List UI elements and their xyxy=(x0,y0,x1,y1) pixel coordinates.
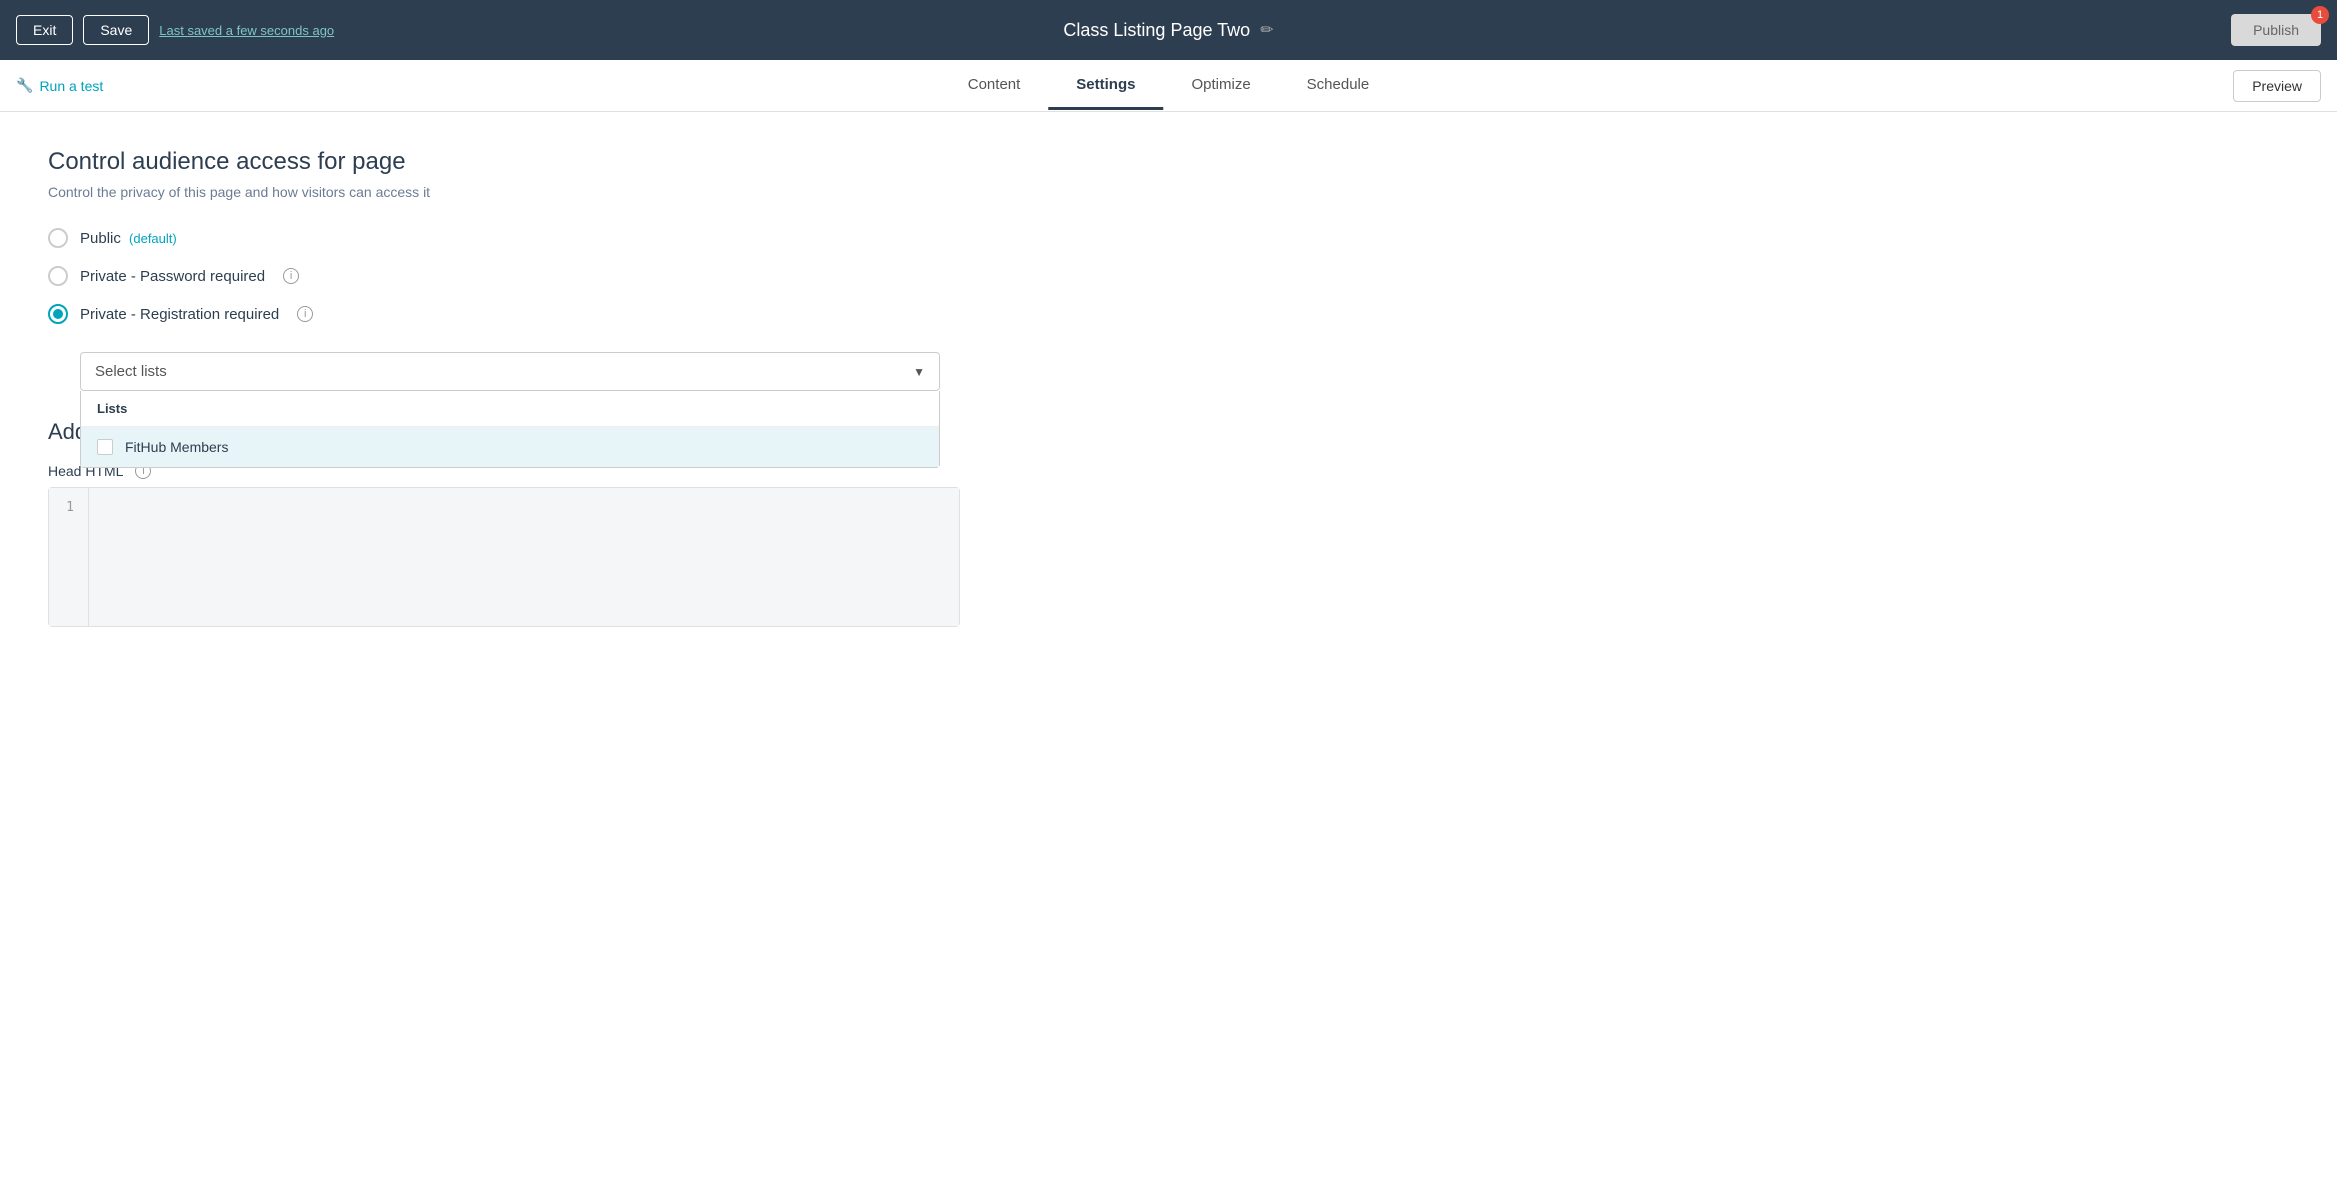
run-test-icon: 🔧 xyxy=(16,77,33,94)
radio-public-label: Public (default) xyxy=(80,230,177,247)
main-content: Control audience access for page Control… xyxy=(0,112,960,663)
section-title: Control audience access for page xyxy=(48,148,912,176)
code-editor[interactable]: 1 xyxy=(48,487,960,627)
tab-content[interactable]: Content xyxy=(940,62,1049,110)
dropdown-list: Lists FitHub Members xyxy=(80,391,940,468)
radio-private-registration[interactable]: Private - Registration required i xyxy=(48,304,912,324)
publish-badge: 1 xyxy=(2311,6,2329,24)
subnav-tabs: Content Settings Optimize Schedule xyxy=(940,62,1397,110)
audience-radio-group: Public (default) Private - Password requ… xyxy=(48,228,912,391)
subnav-right: Preview xyxy=(2233,70,2321,102)
topbar: Exit Save Last saved a few seconds ago C… xyxy=(0,0,2337,60)
run-test-link[interactable]: 🔧 Run a test xyxy=(16,77,103,94)
topbar-center: Class Listing Page Two ✏ xyxy=(1063,20,1273,41)
list-item[interactable]: FitHub Members xyxy=(81,427,939,467)
select-lists-box[interactable]: Select lists ▼ xyxy=(80,352,940,391)
subnav: 🔧 Run a test Content Settings Optimize S… xyxy=(0,60,2337,112)
save-button[interactable]: Save xyxy=(83,15,149,45)
last-saved-text[interactable]: Last saved a few seconds ago xyxy=(159,23,334,38)
run-test-label: Run a test xyxy=(39,78,103,94)
radio-private-password-label: Private - Password required xyxy=(80,268,265,285)
exit-button[interactable]: Exit xyxy=(16,15,73,45)
radio-public-circle xyxy=(48,228,68,248)
tab-optimize[interactable]: Optimize xyxy=(1163,62,1278,110)
select-lists-placeholder: Select lists xyxy=(95,363,167,380)
public-default-tag: (default) xyxy=(129,231,177,246)
topbar-left: Exit Save Last saved a few seconds ago xyxy=(16,15,334,45)
radio-private-password[interactable]: Private - Password required i xyxy=(48,266,912,286)
radio-public[interactable]: Public (default) xyxy=(48,228,912,248)
chevron-down-icon: ▼ xyxy=(913,365,925,379)
section-desc: Control the privacy of this page and how… xyxy=(48,184,912,200)
edit-icon[interactable]: ✏ xyxy=(1260,20,1273,40)
page-title: Class Listing Page Two xyxy=(1063,20,1250,41)
tab-settings[interactable]: Settings xyxy=(1048,62,1163,110)
radio-private-registration-circle xyxy=(48,304,68,324)
fithub-members-checkbox[interactable] xyxy=(97,439,113,455)
dropdown-header: Lists xyxy=(81,391,939,427)
radio-private-password-circle xyxy=(48,266,68,286)
topbar-right: Publish 1 xyxy=(2231,14,2321,46)
publish-button[interactable]: Publish 1 xyxy=(2231,14,2321,46)
line-numbers: 1 xyxy=(49,488,89,626)
line-number-1: 1 xyxy=(63,500,74,515)
code-area[interactable] xyxy=(89,488,959,626)
private-password-info-icon[interactable]: i xyxy=(283,268,299,284)
private-registration-info-icon[interactable]: i xyxy=(297,306,313,322)
radio-private-registration-label: Private - Registration required xyxy=(80,306,279,323)
tab-schedule[interactable]: Schedule xyxy=(1279,62,1398,110)
preview-button[interactable]: Preview xyxy=(2233,70,2321,102)
fithub-members-label: FitHub Members xyxy=(125,439,228,455)
select-lists-wrapper: Select lists ▼ Lists FitHub Members xyxy=(80,352,940,391)
